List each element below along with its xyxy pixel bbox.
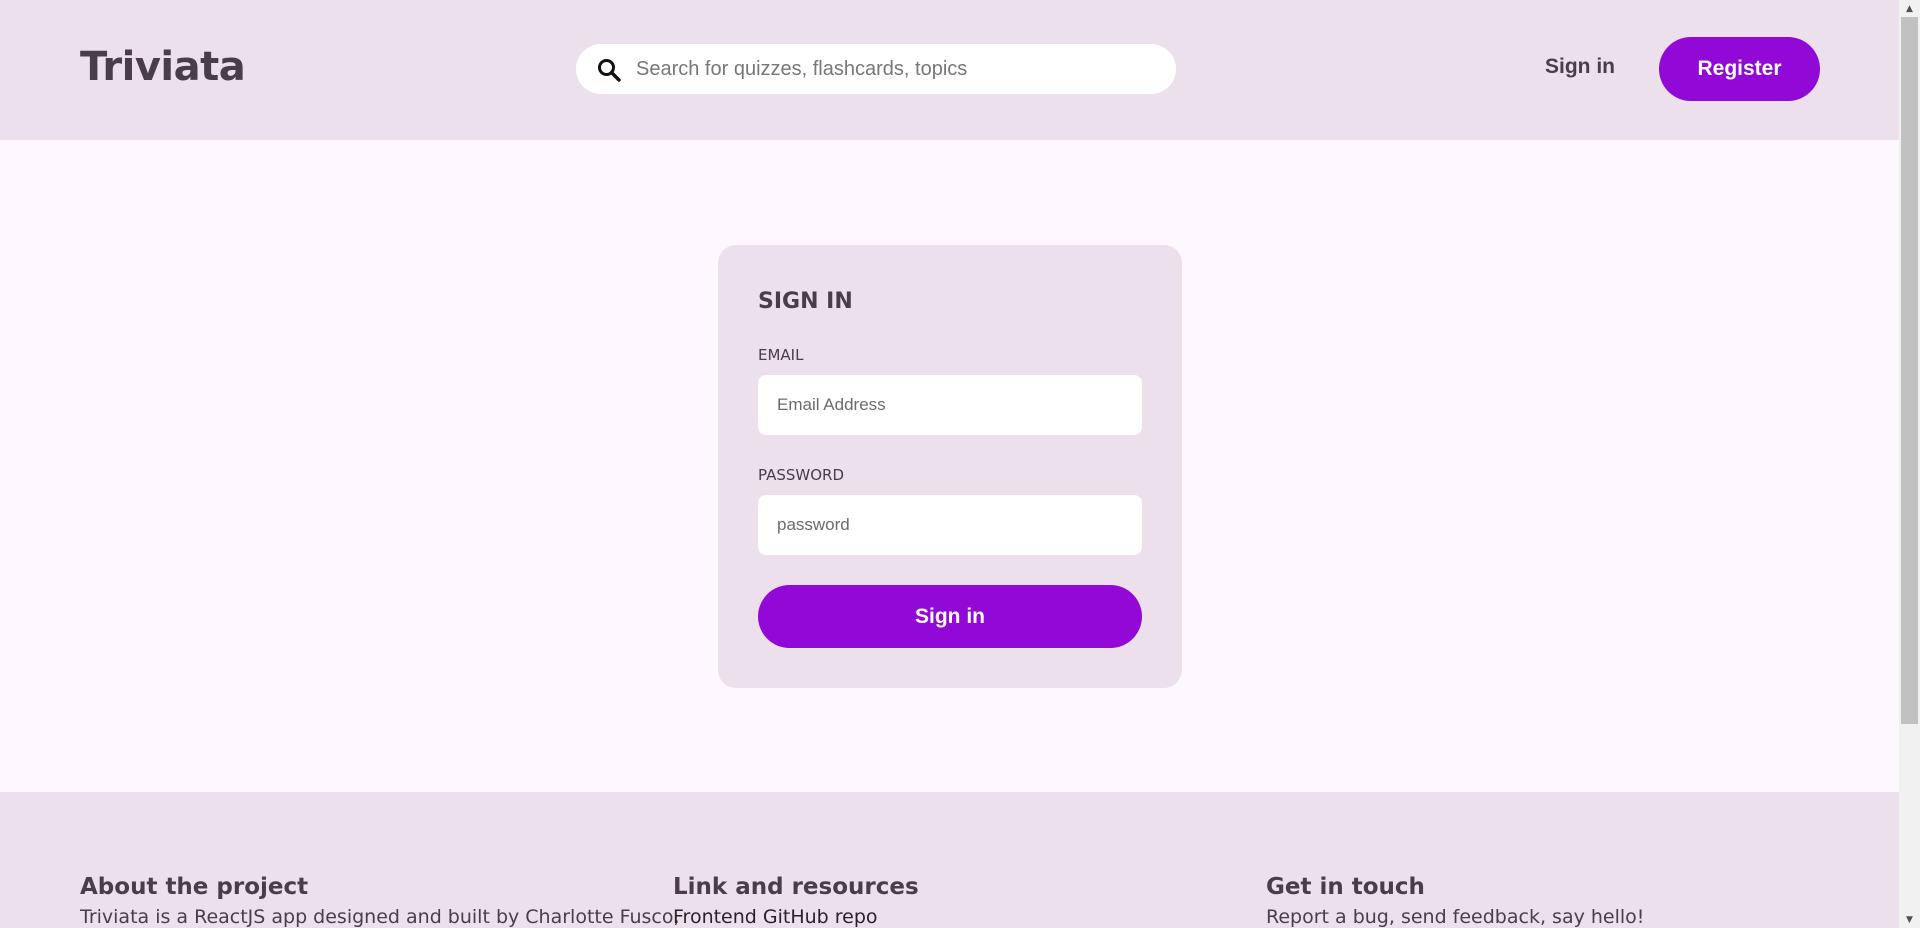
password-label: PASSWORD <box>758 466 845 484</box>
footer-contact: Get in touch Report a bug, send feedback… <box>1266 874 1644 928</box>
footer-links: Link and resources Frontend GitHub repo <box>673 874 919 928</box>
register-button[interactable]: Register <box>1659 37 1820 101</box>
footer-about: About the project Triviata is a ReactJS … <box>80 874 680 928</box>
site-logo[interactable]: Triviata <box>80 44 246 90</box>
footer-about-heading: About the project <box>80 874 309 900</box>
footer-links-heading: Link and resources <box>673 874 919 900</box>
search-bar[interactable] <box>576 44 1176 94</box>
scrollbar-thumb[interactable] <box>1901 17 1918 724</box>
vertical-scrollbar[interactable]: ▲ ▼ <box>1899 0 1920 928</box>
scroll-down-arrow-icon[interactable]: ▼ <box>1899 911 1920 928</box>
search-input[interactable] <box>636 44 1156 94</box>
footer: About the project Triviata is a ReactJS … <box>0 792 1899 928</box>
footer-about-text: Triviata is a ReactJS app designed and b… <box>80 906 680 928</box>
footer-contact-text: Report a bug, send feedback, say hello! <box>1266 906 1645 928</box>
footer-contact-heading: Get in touch <box>1266 874 1425 900</box>
search-icon <box>598 59 621 82</box>
signin-submit-button[interactable]: Sign in <box>758 585 1142 648</box>
signin-title: SIGN IN <box>758 289 853 314</box>
email-label: EMAIL <box>758 346 804 364</box>
password-field[interactable] <box>758 495 1142 555</box>
frontend-repo-link[interactable]: Frontend GitHub repo <box>673 906 878 928</box>
top-header: Triviata Sign in Register <box>0 0 1899 140</box>
page: Triviata Sign in Register SIGN IN EMAIL … <box>0 0 1899 928</box>
scroll-up-arrow-icon[interactable]: ▲ <box>1899 0 1920 17</box>
signin-card: SIGN IN EMAIL PASSWORD Sign in <box>718 245 1182 688</box>
email-field[interactable] <box>758 375 1142 435</box>
header-signin-link[interactable]: Sign in <box>1545 55 1615 79</box>
